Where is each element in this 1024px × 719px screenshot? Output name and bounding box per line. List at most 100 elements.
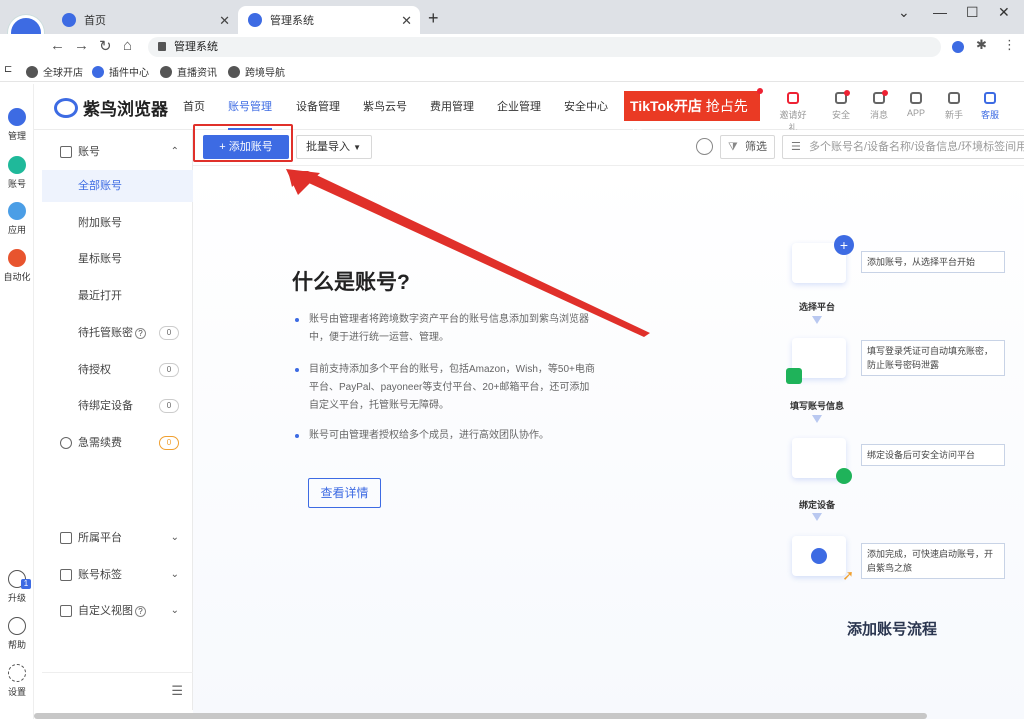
message-button[interactable]: 消息 [864,90,894,121]
sidebar-item-recently-opened[interactable]: 最近打开 [42,280,193,312]
tab-close-icon[interactable]: ✕ [401,13,412,29]
rail-label: 账号 [7,179,26,189]
new-tab-icon[interactable]: + [428,8,439,29]
flow-step-desc: 绑定设备后可安全访问平台 [861,444,1005,466]
rail-label: 帮助 [7,640,26,650]
sidebar-item-additional-accounts[interactable]: 附加账号 [42,207,193,239]
tab-label: 首页 [84,15,106,27]
home-icon[interactable]: ⌂ [123,37,132,54]
flow-step-label: 选择平台 [799,302,836,312]
import-label: 批量导入 [306,141,350,153]
brand-logo-icon [54,97,78,118]
tab-close-icon[interactable]: ✕ [219,13,230,29]
flow-step-desc: 添加账号，从选择平台开始 [861,251,1005,273]
nav-security-center[interactable]: 安全中心 [564,84,608,130]
flow-arrow [812,513,822,521]
customer-service-button[interactable]: 客服 [975,90,1005,121]
lock-icon [158,42,166,51]
rail-item-management[interactable]: 管理 [0,108,34,142]
icon-label: 安全 [831,110,850,120]
collapse-sidebar-icon[interactable]: ☰ [171,683,183,699]
nav-cloud-number[interactable]: 紫鸟云号 [363,84,407,130]
info-bullet: 账号可由管理者授权给多个成员，进行高效团队协作。 [295,427,599,445]
sidebar-group-tags[interactable]: 账号标签 ⌄ [42,559,193,591]
annotation-arrow [286,169,650,337]
sidebar-item-all-accounts[interactable]: 全部账号 [42,170,193,202]
search-input[interactable]: ☰ 多个账号名/设备名称/设备信息/环境标签间用 [782,135,1024,159]
sidebar-item-pending-authorization[interactable]: 待授权 0 [42,354,193,386]
rail-item-account[interactable]: 账号 [0,156,34,190]
bookmark-label: 全球开店 [43,68,83,79]
bookmarks-bar: ⊏ 全球开店 插件中心 直播资讯 跨境导航 [0,60,1024,82]
icon-label: 客服 [980,110,999,120]
view-details-button[interactable]: 查看详情 [308,478,381,508]
banner-dot [757,88,763,94]
signpost-icon [948,92,960,104]
newbie-button[interactable]: 新手 [939,90,969,121]
account-icon [8,156,26,174]
sidebar-item-urgent-renewal[interactable]: 急需续费 0 [42,427,193,459]
forward-icon[interactable]: → [74,37,89,54]
nav-device-management[interactable]: 设备管理 [296,84,340,130]
tiktok-banner[interactable]: TikTok开店 抢占先机 [624,88,763,144]
apps-icon [8,202,26,220]
rail-label: 自动化 [3,272,31,282]
extensions-puzzle-icon[interactable]: ✱ [976,37,987,53]
security-button[interactable]: 安全 [826,90,856,121]
sidebar-item-pending-device-binding[interactable]: 待绑定设备 0 [42,390,193,422]
shield-check-icon [836,468,852,484]
filter-button[interactable]: ⧩ 筛选 [720,135,775,159]
rail-item-automation[interactable]: 自动化 [0,249,34,283]
reload-icon[interactable]: ↻ [99,37,112,55]
apps-icon[interactable]: ⊏ [4,64,12,75]
brand-name: 紫鸟浏览器 [83,100,168,119]
batch-import-dropdown[interactable]: 批量导入 ▼ [296,135,372,159]
more-menu-icon[interactable]: ⋮ [1003,37,1016,53]
help-icon[interactable]: ? [135,327,146,339]
management-icon [8,108,26,126]
sidebar-group-platform[interactable]: 所属平台 ⌄ [42,522,193,554]
sidebar-section-account[interactable]: 账号 ⌃ [42,136,193,168]
url-input[interactable]: 管理系统 [148,37,941,57]
add-account-button[interactable]: + 添加账号 [203,135,289,159]
item-label: 急需续费 [78,437,122,449]
minimize-icon[interactable]: — [933,4,947,20]
group-label: 账号标签 [78,569,122,581]
search-placeholder: 多个账号名/设备名称/设备信息/环境标签间用 [809,141,1024,153]
sidebar-item-starred-accounts[interactable]: 星标账号 [42,243,193,275]
back-icon[interactable]: ← [50,37,65,54]
banner-brand: TikTok开店 [630,98,702,114]
bookmark-item[interactable]: 全球开店 [26,64,83,79]
rail-label: 设置 [7,687,26,697]
window-close-icon[interactable]: ✕ [998,4,1010,21]
app-button[interactable]: APP [901,90,931,118]
browser-tab-strip: 首页 ✕ 管理系统 ✕ + ⌄ — ☐ ✕ [0,0,1024,34]
nav-enterprise[interactable]: 企业管理 [497,84,541,130]
bookmark-item[interactable]: 跨境导航 [228,64,285,79]
location-icon[interactable] [696,138,713,155]
browser-tab-management[interactable]: 管理系统 ✕ [238,6,420,34]
count-badge: 0 [159,436,179,450]
flow-card-device [792,438,852,484]
help-icon[interactable]: ? [135,605,146,617]
bookmark-item[interactable]: 直播资讯 [160,64,217,79]
extension-zinio-icon[interactable] [952,41,964,53]
rail-item-settings[interactable]: 设置 [0,664,34,698]
bookmark-item[interactable]: 插件中心 [92,64,149,79]
rail-item-upgrade[interactable]: 1 升级 [0,570,34,604]
rail-item-help[interactable]: 帮助 [0,617,34,651]
horizontal-scrollbar[interactable] [34,713,927,719]
invite-reward-button[interactable]: 邀请好礼 [778,90,808,134]
browser-tab-home[interactable]: 首页 ✕ [52,6,238,34]
item-label: 待授权 [78,364,111,376]
left-rail: 管理 账号 应用 自动化 1 升级 帮助 设置 [0,84,34,719]
maximize-icon[interactable]: ☐ [966,4,979,21]
nav-billing[interactable]: 费用管理 [430,84,474,130]
chevron-down-icon: ⌄ [170,532,179,543]
sidebar-item-pending-credentials[interactable]: 待托管账密? 0 [42,317,193,349]
rail-item-apps[interactable]: 应用 [0,202,34,236]
count-badge: 0 [159,399,179,413]
item-label: 待托管账密 [78,327,133,339]
sidebar-group-custom-view[interactable]: 自定义视图? ⌄ [42,595,193,627]
tab-search-chevron-icon[interactable]: ⌄ [898,4,910,21]
